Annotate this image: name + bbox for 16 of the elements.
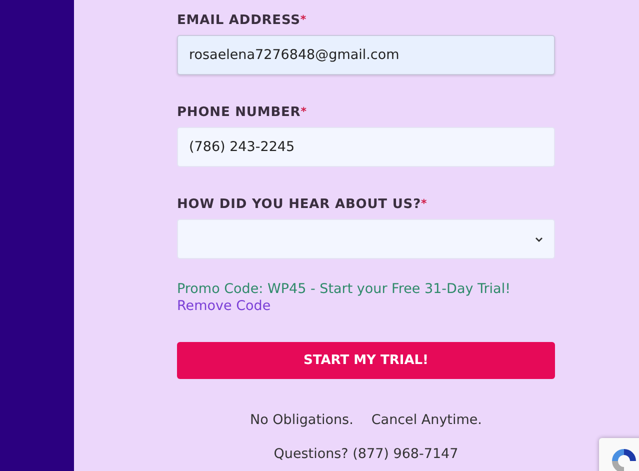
required-mark: *: [300, 13, 307, 28]
required-mark: *: [300, 105, 307, 120]
field-label: PHONE NUMBER: [177, 105, 301, 120]
field-label: EMAIL ADDRESS: [177, 13, 300, 28]
input-field[interactable]: rosaelena7276848@gmail.com: [177, 35, 555, 75]
required-mark: *: [421, 197, 428, 212]
assurance-text: Cancel Anytime.: [371, 412, 482, 428]
input-field[interactable]: (786) 243-2245: [177, 127, 555, 167]
start-trial-button[interactable]: START MY TRIAL!: [177, 342, 555, 379]
questions-text: Questions? (877) 968-7147: [272, 446, 460, 462]
remove-code-link[interactable]: Remove Code: [177, 298, 271, 314]
promo-message: Promo Code: WP45 - Start your Free 31-Day Trial!: [177, 281, 512, 297]
captcha-icon: [609, 446, 639, 471]
chevron-down-icon: [535, 236, 543, 242]
assurance-text: No Obligations.: [250, 412, 354, 428]
field-label: HOW DID YOU HEAR ABOUT US?: [177, 197, 422, 212]
